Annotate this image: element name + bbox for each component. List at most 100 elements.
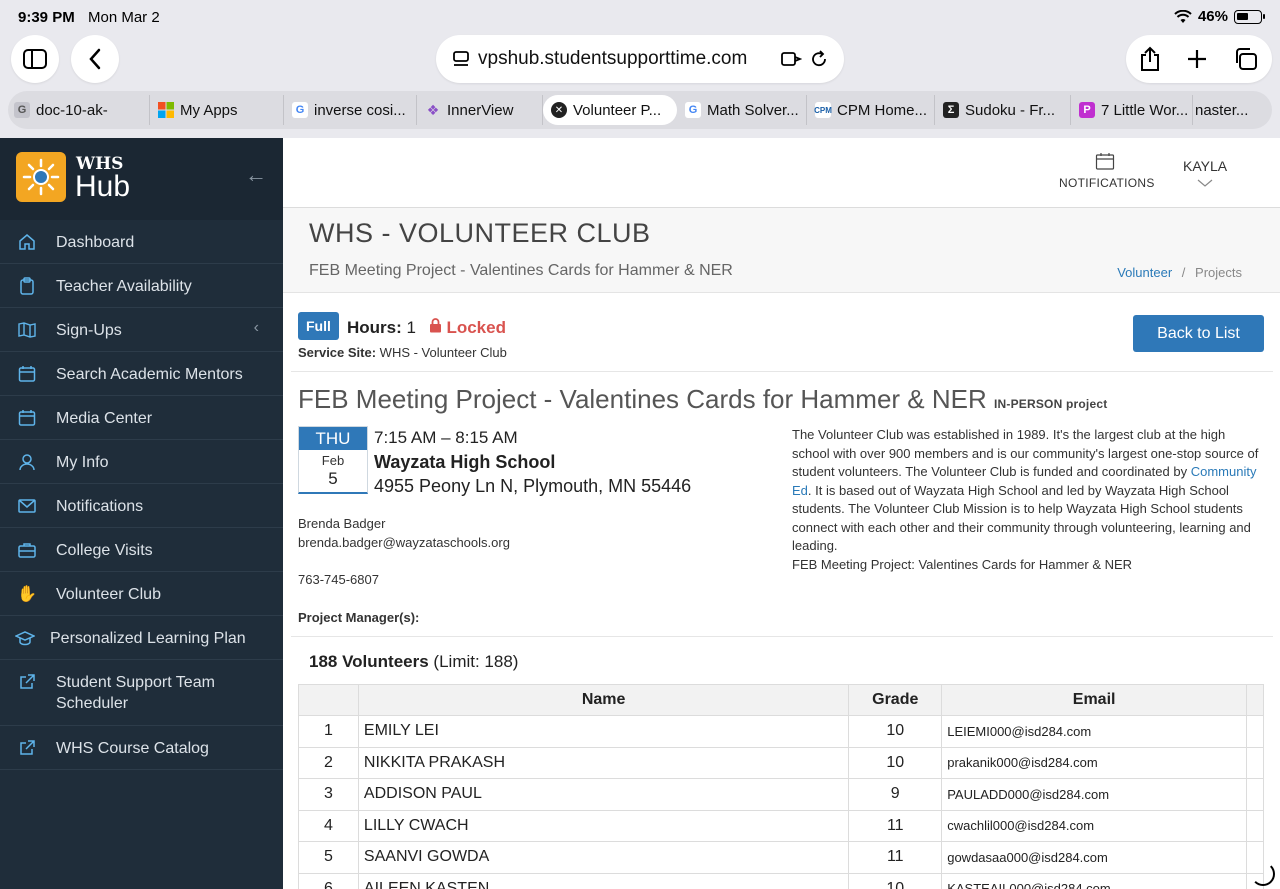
row-grade: 11 — [848, 809, 943, 842]
table-row: 2 NIKKITA PRAKASH 10 prakanik000@isd284.… — [298, 746, 1264, 779]
header-extra — [1246, 684, 1264, 716]
address-bar[interactable]: vpshub.studentsupporttime.com — [436, 35, 844, 83]
sidebar-item-label: Student Support Team Scheduler — [56, 674, 215, 712]
browser-tab[interactable]: ❖ InnerView — [417, 95, 543, 125]
row-email: LEIEMI000@isd284.com — [941, 715, 1247, 748]
row-extra — [1246, 715, 1264, 748]
sidebar-item-my-info[interactable]: My Info — [0, 440, 283, 484]
divider — [291, 636, 1273, 637]
project-type-tag: IN-PERSON project — [993, 397, 1108, 411]
calendar-weekday: THU — [299, 427, 367, 450]
back-nav-button[interactable] — [71, 35, 119, 83]
header-number — [298, 684, 359, 716]
chevron-left-icon: ‹ — [253, 319, 259, 336]
row-email: PAULADD000@isd284.com — [941, 778, 1247, 811]
browser-tab[interactable]: Σ Sudoku - Fr... — [935, 95, 1071, 125]
chevron-left-icon — [89, 48, 101, 70]
browser-tab[interactable]: CPM CPM Home... — [807, 95, 935, 125]
volunteers-limit: (Limit: 188) — [433, 652, 519, 671]
browser-tab[interactable]: G Math Solver... — [677, 95, 807, 125]
row-number: 6 — [298, 872, 359, 889]
calendar-icon — [1095, 153, 1115, 170]
sidebar-item-college-visits[interactable]: College Visits — [0, 528, 283, 572]
breadcrumb-volunteer-link[interactable]: Volunteer — [1117, 265, 1172, 280]
browser-tab[interactable]: naster... — [1193, 95, 1263, 125]
close-icon[interactable]: ✕ — [551, 102, 567, 118]
brand: WHS Hub ← — [0, 138, 283, 220]
tab-label: naster... — [1195, 101, 1249, 119]
sidebar: WHS Hub ← Dashboard Teacher Availability… — [0, 138, 283, 889]
description-text: . It is based out of Wayzata High School… — [792, 482, 1251, 554]
briefcase-icon — [16, 540, 38, 560]
sidebar-item-personalized-learning-plan[interactable]: Personalized Learning Plan — [0, 616, 283, 660]
notifications-button[interactable]: NOTIFICATIONS — [1059, 152, 1154, 190]
row-name: ADDISON PAUL — [357, 778, 850, 811]
graduation-cap-icon — [14, 628, 36, 648]
divider — [291, 371, 1273, 372]
volunteers-heading: 188 Volunteers (Limit: 188) — [309, 652, 518, 672]
sidebar-item-whs-course-catalog[interactable]: WHS Course Catalog — [0, 726, 283, 770]
innerview-icon: ❖ — [426, 101, 440, 118]
reload-icon[interactable] — [810, 50, 828, 68]
page-header: WHS - VOLUNTEER CLUB FEB Meeting Project… — [283, 208, 1280, 293]
tab-label: Sudoku - Fr... — [965, 101, 1056, 119]
sidebar-item-dashboard[interactable]: Dashboard — [0, 220, 283, 264]
page-title: WHS - VOLUNTEER CLUB — [309, 218, 651, 248]
breadcrumb-current: Projects — [1195, 265, 1242, 280]
sidebar-item-search-academic-mentors[interactable]: Search Academic Mentors — [0, 352, 283, 396]
tab-label: My Apps — [180, 101, 238, 119]
contact-name: Brenda Badger — [298, 516, 386, 531]
row-email: cwachlil000@isd284.com — [941, 809, 1247, 842]
browser-tab[interactable]: P 7 Little Wor... — [1071, 95, 1193, 125]
user-menu[interactable]: KAYLA — [1183, 158, 1227, 190]
loading-spinner-icon — [1251, 862, 1275, 886]
row-name: LILLY CWACH — [357, 809, 850, 842]
calendar-icon — [16, 364, 38, 384]
project-title-text: FEB Meeting Project - Valentines Cards f… — [298, 384, 987, 414]
puzzle-icon: P — [1079, 102, 1095, 118]
row-grade: 11 — [848, 841, 943, 874]
new-tab-icon[interactable] — [1186, 48, 1208, 70]
sidebar-icon — [23, 49, 47, 69]
page-subtitle: FEB Meeting Project - Valentines Cards f… — [309, 262, 733, 279]
tabs-overview-icon[interactable] — [1233, 47, 1259, 71]
google-icon: G — [685, 102, 701, 118]
row-number: 1 — [298, 715, 359, 748]
sidebar-item-media-center[interactable]: Media Center — [0, 396, 283, 440]
battery-icon — [1234, 9, 1265, 24]
status-badge: Full — [298, 312, 339, 340]
hand-icon: ✋ — [17, 586, 37, 603]
share-icon[interactable] — [1139, 46, 1161, 72]
contact-email: brenda.badger@wayzataschools.org — [298, 535, 510, 550]
cpm-icon: CPM — [814, 102, 832, 118]
contact-phone: 763-745-6807 — [298, 572, 379, 587]
row-extra — [1246, 778, 1264, 811]
browser-tab-active[interactable]: ✕ Volunteer P... — [543, 95, 677, 125]
tab-label: 7 Little Wor... — [1101, 101, 1189, 119]
sidebar-item-notifications[interactable]: Notifications — [0, 484, 283, 528]
sidebar-item-teacher-availability[interactable]: Teacher Availability — [0, 264, 283, 308]
table-row: 5 SAANVI GOWDA 11 gowdasaa000@isd284.com — [298, 841, 1264, 874]
browser-tab[interactable]: My Apps — [150, 95, 284, 125]
sidebar-toggle-button[interactable] — [11, 35, 59, 83]
sidebar-item-label: Teacher Availability — [56, 278, 192, 295]
header-grade: Grade — [848, 684, 943, 716]
collapse-arrow-icon[interactable]: ← — [245, 162, 267, 188]
sidebar-item-student-support-team-scheduler[interactable]: Student Support Team Scheduler — [0, 660, 283, 726]
notifications-label: NOTIFICATIONS — [1059, 176, 1155, 190]
browser-tab[interactable]: G inverse cosi... — [284, 95, 417, 125]
table-header-row: Name Grade Email — [298, 684, 1264, 716]
table-row: 1 EMILY LEI 10 LEIEMI000@isd284.com — [298, 715, 1264, 748]
sun-logo-icon — [16, 152, 66, 202]
back-to-list-button[interactable]: Back to List — [1133, 315, 1264, 352]
browser-tab[interactable]: G doc-10-ak- — [8, 95, 150, 125]
sidebar-item-sign-ups[interactable]: Sign-Ups ‹ — [0, 308, 283, 352]
sidebar-item-volunteer-club[interactable]: ✋ Volunteer Club — [0, 572, 283, 616]
microsoft-icon — [158, 102, 174, 118]
map-icon — [16, 320, 38, 340]
reader-extension-icon[interactable] — [780, 50, 802, 68]
row-name: NIKKITA PRAKASH — [357, 746, 850, 779]
description-text: The Volunteer Club was established in 19… — [792, 427, 1259, 479]
row-email: prakanik000@isd284.com — [941, 746, 1247, 779]
tab-label: Volunteer P... — [573, 101, 662, 119]
